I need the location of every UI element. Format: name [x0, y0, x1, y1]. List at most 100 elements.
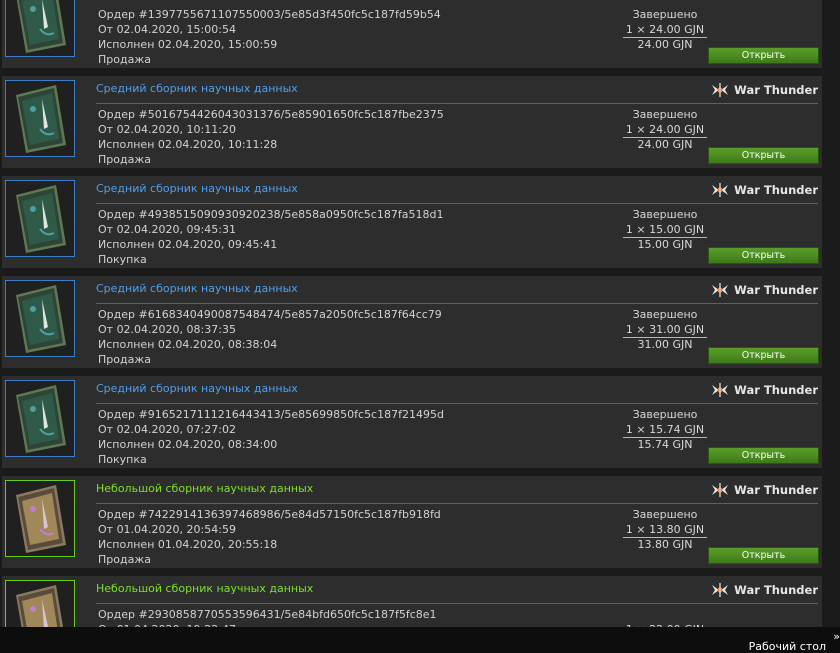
row-divider: [96, 503, 818, 504]
order-executed-time: Исполнен 02.04.2020, 10:11:28: [98, 138, 278, 151]
order-row: Небольшой сборник научных данных War Thu…: [2, 576, 822, 627]
game-name: War Thunder: [734, 383, 818, 397]
order-type: Продажа: [98, 553, 151, 566]
order-total: 24.00 GJN: [637, 138, 693, 151]
order-total: 31.00 GJN: [637, 338, 693, 351]
game-label: War Thunder: [711, 481, 818, 499]
item-thumbnail[interactable]: [5, 180, 75, 257]
order-row: Средний сборник научных данных War Thund…: [2, 176, 822, 268]
order-status: Завершено: [632, 108, 698, 121]
item-thumbnail[interactable]: [5, 280, 75, 357]
open-button[interactable]: Открыть: [708, 447, 819, 464]
war-thunder-logo-icon: [712, 283, 729, 297]
order-created-time: От 01.04.2020, 20:54:59: [98, 523, 236, 536]
medium-data-book-icon: [6, 181, 74, 256]
medium-data-book-icon: [6, 81, 74, 156]
order-status: Завершено: [632, 308, 698, 321]
order-quantity-price-text: 1 × 31.00 GJN: [622, 323, 708, 338]
row-divider: [96, 103, 818, 104]
item-name-link[interactable]: Средний сборник научных данных: [96, 82, 298, 95]
order-quantity-price: 1 × 31.00 GJN: [605, 323, 725, 338]
order-status: Завершено: [632, 408, 698, 421]
order-status: Завершено: [632, 508, 698, 521]
game-name: War Thunder: [734, 583, 818, 597]
item-thumbnail[interactable]: [5, 0, 75, 57]
open-button[interactable]: Открыть: [708, 547, 819, 564]
order-id: Ордер #1397755671107550003/5e85d3f450fc5…: [98, 8, 441, 21]
order-type: Продажа: [98, 353, 151, 366]
game-label: War Thunder: [711, 281, 818, 299]
order-executed-time: Исполнен 02.04.2020, 09:45:41: [98, 238, 278, 251]
item-name-link[interactable]: Средний сборник научных данных: [96, 282, 298, 295]
order-type: Продажа: [98, 153, 151, 166]
item-thumbnail[interactable]: [5, 580, 75, 627]
order-status: Завершено: [632, 208, 698, 221]
row-divider: [96, 403, 818, 404]
order-total: 15.00 GJN: [637, 238, 693, 251]
taskbar: Рабочий стол »: [0, 627, 840, 653]
order-created-time: От 02.04.2020, 08:37:35: [98, 323, 236, 336]
order-quantity-price: 1 × 24.00 GJN: [605, 123, 725, 138]
desktop-toolbar-label[interactable]: Рабочий стол: [749, 640, 826, 653]
order-id: Ордер #2930858770553596431/5e84bfd650fc5…: [98, 608, 437, 621]
item-thumbnail[interactable]: [5, 80, 75, 157]
war-thunder-logo-icon: [712, 383, 729, 397]
order-executed-time: Исполнен 02.04.2020, 08:38:04: [98, 338, 278, 351]
order-quantity-price: 1 × 24.00 GJN: [605, 23, 725, 38]
order-id: Ордер #5016754426043031376/5e85901650fc5…: [98, 108, 444, 121]
order-row: Средний сборник научных данных War Thund…: [2, 376, 822, 468]
order-created-time: От 02.04.2020, 15:00:54: [98, 23, 236, 36]
medium-data-book-icon: [6, 281, 74, 356]
game-label: War Thunder: [711, 581, 818, 599]
order-quantity-price-text: 1 × 13.80 GJN: [622, 523, 708, 538]
open-button[interactable]: Открыть: [708, 247, 819, 264]
open-button[interactable]: Открыть: [708, 47, 819, 64]
medium-data-book-icon: [6, 0, 74, 56]
order-created-time: От 02.04.2020, 09:45:31: [98, 223, 236, 236]
medium-data-book-icon: [6, 381, 74, 456]
order-status: Завершено: [632, 8, 698, 21]
item-name-link[interactable]: Небольшой сборник научных данных: [96, 582, 313, 595]
order-quantity-price-text: 1 × 24.00 GJN: [622, 23, 708, 38]
item-thumbnail[interactable]: [5, 380, 75, 457]
open-button[interactable]: Открыть: [708, 147, 819, 164]
game-name: War Thunder: [734, 183, 818, 197]
order-quantity-price-text: 1 × 15.00 GJN: [622, 223, 708, 238]
game-label: War Thunder: [711, 381, 818, 399]
small-data-book-icon: [6, 481, 74, 556]
small-data-book-icon: [6, 581, 74, 627]
order-id: Ордер #9165217111216443413/5e85699850fc5…: [98, 408, 444, 421]
open-button[interactable]: Открыть: [708, 347, 819, 364]
row-divider: [96, 203, 818, 204]
order-created-time: От 02.04.2020, 10:11:20: [98, 123, 236, 136]
order-quantity-price-text: 1 × 24.00 GJN: [622, 123, 708, 138]
order-type: Покупка: [98, 453, 147, 466]
order-row: Средний сборник научных данных War Thund…: [2, 76, 822, 168]
order-row: Небольшой сборник научных данных War Thu…: [2, 476, 822, 568]
war-thunder-logo-icon: [712, 183, 729, 197]
game-label: War Thunder: [711, 81, 818, 99]
item-name-link[interactable]: Небольшой сборник научных данных: [96, 482, 313, 495]
row-divider: [96, 603, 818, 604]
game-label: War Thunder: [711, 181, 818, 199]
item-thumbnail[interactable]: [5, 480, 75, 557]
order-row: Средний сборник научных данных War Thund…: [2, 276, 822, 368]
order-history-list: Ордер #1397755671107550003/5e85d3f450fc5…: [0, 0, 840, 627]
order-id: Ордер #7422914136397468986/5e84d57150fc5…: [98, 508, 441, 521]
row-divider: [96, 303, 818, 304]
game-name: War Thunder: [734, 283, 818, 297]
order-quantity-price: 1 × 15.00 GJN: [605, 223, 725, 238]
order-quantity-price: 1 × 13.80 GJN: [605, 523, 725, 538]
order-executed-time: Исполнен 02.04.2020, 15:00:59: [98, 38, 278, 51]
order-total: 15.74 GJN: [637, 438, 693, 451]
war-thunder-logo-icon: [712, 83, 729, 97]
order-total: 24.00 GJN: [637, 38, 693, 51]
order-row: Ордер #1397755671107550003/5e85d3f450fc5…: [2, 0, 822, 68]
market-history-viewport[interactable]: Ордер #1397755671107550003/5e85d3f450fc5…: [0, 0, 840, 627]
item-name-link[interactable]: Средний сборник научных данных: [96, 382, 298, 395]
taskbar-chevron-icon[interactable]: »: [833, 630, 840, 643]
war-thunder-logo-icon: [712, 483, 729, 497]
order-created-time: От 02.04.2020, 07:27:02: [98, 423, 236, 436]
item-name-link[interactable]: Средний сборник научных данных: [96, 182, 298, 195]
order-quantity-price-text: 1 × 15.74 GJN: [622, 423, 708, 438]
